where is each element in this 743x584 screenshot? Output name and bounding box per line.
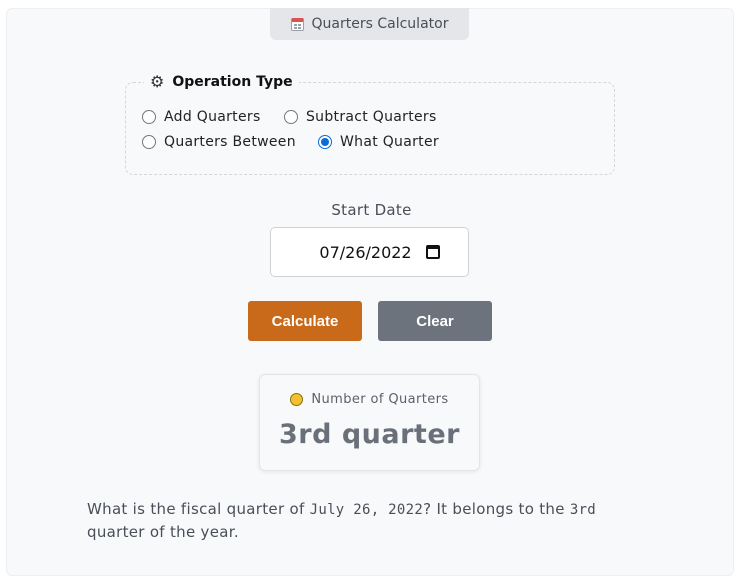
operation-type-legend: ⚙ Operation Type [144, 72, 299, 91]
radio-quarters-between-circle[interactable] [142, 135, 156, 149]
result-label: Number of Quarters [311, 392, 449, 407]
operation-type-label: Operation Type [172, 74, 293, 90]
radio-add-quarters[interactable]: Add Quarters [142, 109, 261, 125]
calculate-button[interactable]: Calculate [248, 301, 362, 341]
radio-what-quarter-label: What Quarter [340, 134, 439, 150]
radio-quarters-between-label: Quarters Between [164, 134, 296, 150]
summary-middle: ? It belongs to the [423, 500, 570, 518]
app-title-tab: Quarters Calculator [270, 8, 469, 40]
sun-icon [290, 393, 304, 406]
gear-icon: ⚙ [150, 72, 165, 91]
radio-subtract-quarters-circle[interactable] [284, 110, 298, 124]
app-title: Quarters Calculator [311, 16, 449, 32]
result-summary: What is the fiscal quarter of July 26, 2… [87, 498, 657, 543]
summary-quarter: 3rd [569, 502, 597, 518]
calendar-picker-icon[interactable] [425, 245, 440, 259]
start-date-value: 07/26/2022 [319, 242, 412, 262]
radio-what-quarter-circle[interactable] [318, 135, 332, 149]
result-label-row: Number of Quarters [260, 392, 479, 407]
result-card: Number of Quarters 3rd quarter [259, 374, 480, 471]
result-value: 3rd quarter [279, 419, 460, 450]
summary-suffix: quarter of the year. [87, 523, 239, 541]
radio-add-quarters-circle[interactable] [142, 110, 156, 124]
radio-subtract-quarters-label: Subtract Quarters [306, 109, 437, 125]
radio-quarters-between[interactable]: Quarters Between [142, 134, 296, 150]
clear-button[interactable]: Clear [378, 301, 492, 341]
calendar-icon [290, 17, 304, 31]
start-date-label: Start Date [331, 201, 412, 219]
summary-prefix: What is the fiscal quarter of [87, 500, 310, 518]
radio-what-quarter[interactable]: What Quarter [318, 134, 439, 150]
start-date-input[interactable]: 07/26/2022 [270, 227, 469, 277]
radio-subtract-quarters[interactable]: Subtract Quarters [284, 109, 437, 125]
radio-add-quarters-label: Add Quarters [164, 109, 261, 125]
summary-date: July 26, 2022 [309, 502, 424, 518]
